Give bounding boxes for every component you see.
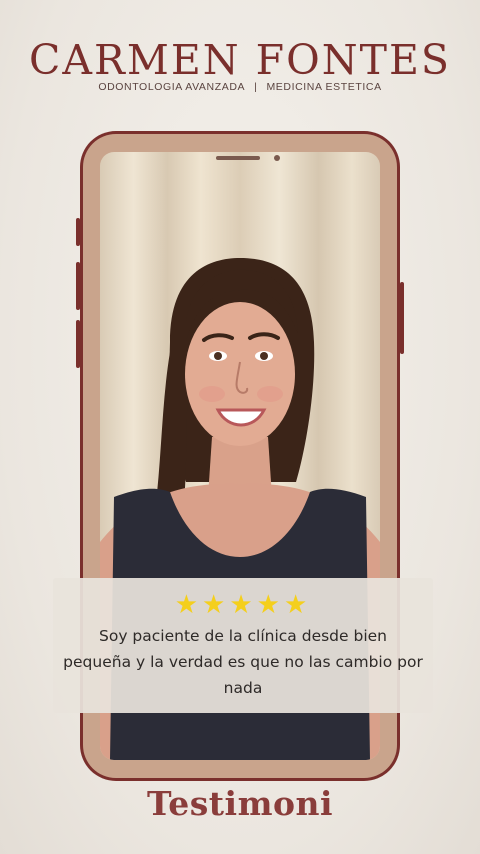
phone-volume-down-button [76,320,80,368]
brand-subtitle: ODONTOLOGIA AVANZADA | MEDICINA ESTETICA [0,81,480,93]
brand-name: CARMEN FONTES [29,36,451,84]
phone-camera [274,155,280,161]
phone-side-button [76,218,80,246]
subtitle-medicina: MEDICINA ESTETICA [266,81,382,93]
subtitle-odontologia: ODONTOLOGIA AVANZADA [98,81,246,93]
phone-volume-up-button [76,262,80,310]
subtitle-separator: | [254,81,258,93]
testimonial-heading: Testimoni [146,784,334,823]
phone-power-button [400,282,404,354]
testimonial-quote: Soy paciente de la clínica desde bien pe… [63,627,423,697]
star-icon: ★★★★★ [174,589,312,619]
testimonial-card: ★★★★★ Soy paciente de la clínica desde b… [53,578,433,713]
phone-speaker [216,156,260,160]
